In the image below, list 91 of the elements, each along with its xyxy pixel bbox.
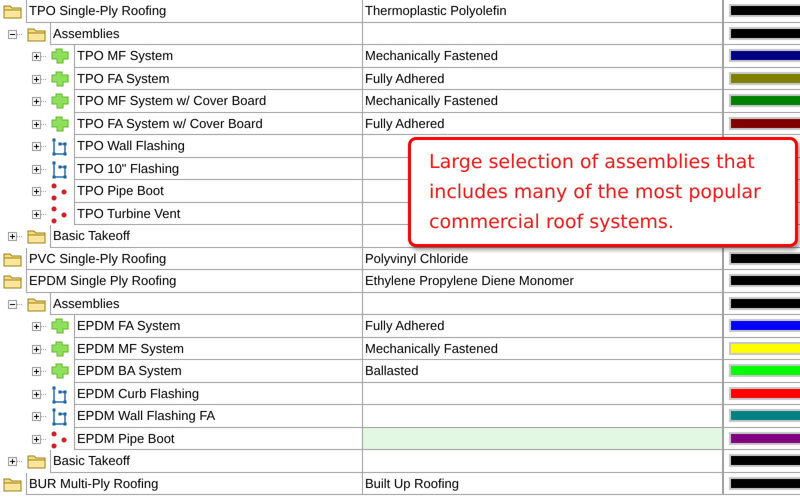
flashing-line-icon bbox=[51, 138, 67, 156]
expand-toggle[interactable] bbox=[8, 457, 17, 466]
tree-item-name[interactable]: TPO MF System w/ Cover Board bbox=[74, 90, 362, 112]
folder-icon bbox=[3, 250, 23, 266]
color-swatch[interactable] bbox=[729, 26, 800, 40]
color-swatch[interactable] bbox=[729, 432, 800, 444]
tree-item-name[interactable]: TPO FA System w/ Cover Board bbox=[74, 112, 362, 135]
collapse-toggle[interactable] bbox=[8, 30, 17, 38]
tree-item-name[interactable]: EPDM Curb Flashing bbox=[74, 382, 362, 405]
roof-section-icon bbox=[51, 70, 69, 86]
tree-item-name[interactable]: TPO Turbine Vent bbox=[74, 202, 362, 225]
folder-icon bbox=[3, 476, 23, 492]
expand-toggle[interactable] bbox=[32, 367, 41, 376]
folder-icon bbox=[3, 273, 23, 289]
description-cell: Ballasted bbox=[362, 360, 722, 382]
color-swatch[interactable] bbox=[729, 409, 800, 422]
expand-toggle[interactable] bbox=[32, 164, 41, 174]
expand-toggle[interactable] bbox=[32, 344, 41, 354]
color-swatch[interactable] bbox=[729, 476, 800, 490]
tree-item-name[interactable]: EPDM FA System bbox=[74, 315, 362, 338]
expand-toggle[interactable] bbox=[32, 187, 41, 196]
flashing-line-icon bbox=[51, 386, 67, 404]
expand-toggle[interactable] bbox=[32, 120, 41, 128]
color-swatch[interactable] bbox=[729, 116, 800, 130]
color-swatch[interactable] bbox=[729, 364, 800, 377]
collapse-toggle[interactable] bbox=[8, 300, 17, 308]
color-swatch[interactable] bbox=[729, 319, 800, 332]
tree-item-name[interactable]: EPDM BA System bbox=[74, 360, 362, 382]
description-cell: Polyvinyl Chloride bbox=[362, 248, 722, 270]
expand-toggle[interactable] bbox=[32, 74, 41, 84]
tree-item-name[interactable]: EPDM MF System bbox=[74, 338, 362, 360]
tree-item-name[interactable]: Basic Takeoff bbox=[50, 225, 362, 248]
tree-item-name[interactable]: EPDM Wall Flashing FA bbox=[74, 405, 362, 428]
expand-toggle[interactable] bbox=[32, 210, 41, 218]
color-swatch[interactable] bbox=[729, 72, 800, 84]
expand-toggle[interactable] bbox=[32, 322, 41, 331]
flashing-line-icon bbox=[51, 408, 67, 426]
tree-item-name[interactable]: TPO FA System bbox=[74, 68, 362, 90]
color-swatch[interactable] bbox=[729, 94, 800, 107]
folder-icon bbox=[27, 296, 47, 312]
color-swatch[interactable] bbox=[729, 454, 800, 467]
expand-toggle[interactable] bbox=[32, 434, 41, 444]
roof-section-icon bbox=[51, 363, 69, 379]
flashing-line-icon bbox=[51, 160, 67, 178]
roof-section-icon bbox=[51, 48, 69, 64]
expand-toggle[interactable] bbox=[32, 142, 41, 151]
roof-section-icon bbox=[51, 340, 69, 356]
color-swatch[interactable] bbox=[729, 49, 800, 62]
tree-item-name[interactable]: TPO Pipe Boot bbox=[74, 180, 362, 202]
expand-toggle[interactable] bbox=[8, 232, 17, 241]
description-cell: Thermoplastic Polyolefin bbox=[362, 0, 722, 22]
color-swatch[interactable] bbox=[729, 296, 800, 310]
description-cell: Built Up Roofing bbox=[362, 472, 722, 495]
folder-icon bbox=[3, 3, 23, 19]
folder-icon bbox=[27, 228, 47, 244]
color-swatch[interactable] bbox=[729, 4, 800, 17]
description-cell: Mechanically Fastened bbox=[362, 338, 722, 360]
tree-item-name[interactable]: PVC Single-Ply Roofing bbox=[26, 248, 362, 270]
tree-item-name[interactable]: TPO Wall Flashing bbox=[74, 135, 362, 158]
roof-section-icon bbox=[51, 318, 69, 334]
points-icon bbox=[51, 206, 67, 224]
color-swatch[interactable] bbox=[729, 386, 800, 400]
roof-section-icon bbox=[51, 93, 69, 109]
points-icon bbox=[51, 183, 67, 201]
tree-item-name[interactable]: Basic Takeoff bbox=[50, 450, 362, 472]
expand-toggle[interactable] bbox=[32, 390, 41, 398]
tree-item-name[interactable]: EPDM Pipe Boot bbox=[74, 428, 362, 450]
description-cell: Mechanically Fastened bbox=[362, 90, 722, 112]
color-swatch[interactable] bbox=[729, 274, 800, 287]
points-icon bbox=[51, 430, 67, 448]
roof-section-icon bbox=[51, 116, 69, 132]
callout-text: Large selection of assemblies that includes many of the most popular commercial roof systems. bbox=[429, 150, 762, 235]
tree-item-name[interactable]: TPO 10" Flashing bbox=[74, 158, 362, 180]
expand-toggle[interactable] bbox=[32, 412, 41, 421]
tree-item-name[interactable]: TPO Single-Ply Roofing bbox=[26, 0, 362, 22]
color-swatch[interactable] bbox=[729, 252, 800, 264]
expand-toggle[interactable] bbox=[32, 97, 41, 106]
description-cell: Fully Adhered bbox=[362, 112, 722, 135]
tree-item-name[interactable]: BUR Multi-Ply Roofing bbox=[26, 472, 362, 495]
description-cell: Fully Adhered bbox=[362, 315, 722, 338]
tree-item-name[interactable]: Assemblies bbox=[50, 22, 362, 45]
tree-item-name[interactable]: TPO MF System bbox=[74, 45, 362, 68]
color-swatch[interactable] bbox=[729, 342, 800, 354]
description-cell: Ethylene Propylene Diene Monomer bbox=[362, 270, 722, 292]
description-cell: Fully Adhered bbox=[362, 68, 722, 90]
folder-icon bbox=[27, 453, 47, 469]
tree-item-name[interactable]: EPDM Single Ply Roofing bbox=[26, 270, 362, 292]
folder-icon bbox=[27, 26, 47, 42]
description-cell: Mechanically Fastened bbox=[362, 45, 722, 68]
tree-item-name[interactable]: Assemblies bbox=[50, 292, 362, 315]
expand-toggle[interactable] bbox=[32, 52, 41, 61]
